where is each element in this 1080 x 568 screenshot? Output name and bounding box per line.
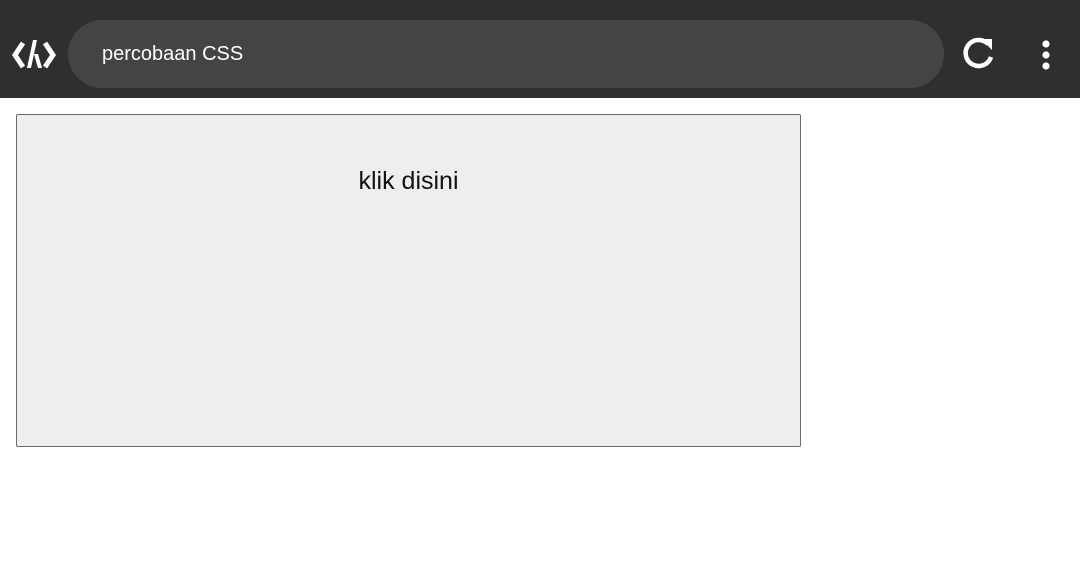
reload-icon[interactable]	[958, 36, 998, 72]
more-vert-icon[interactable]	[1030, 36, 1062, 72]
page-title: percobaan CSS	[102, 43, 244, 65]
click-box-label: klik disini	[358, 167, 459, 195]
address-bar[interactable]: percobaan CSS	[68, 20, 944, 88]
browser-toolbar: percobaan CSS	[0, 0, 1080, 98]
click-box[interactable]: klik disini	[16, 114, 801, 447]
code-brackets-logo-icon[interactable]	[11, 38, 57, 72]
page-content: klik disini	[0, 98, 1080, 568]
